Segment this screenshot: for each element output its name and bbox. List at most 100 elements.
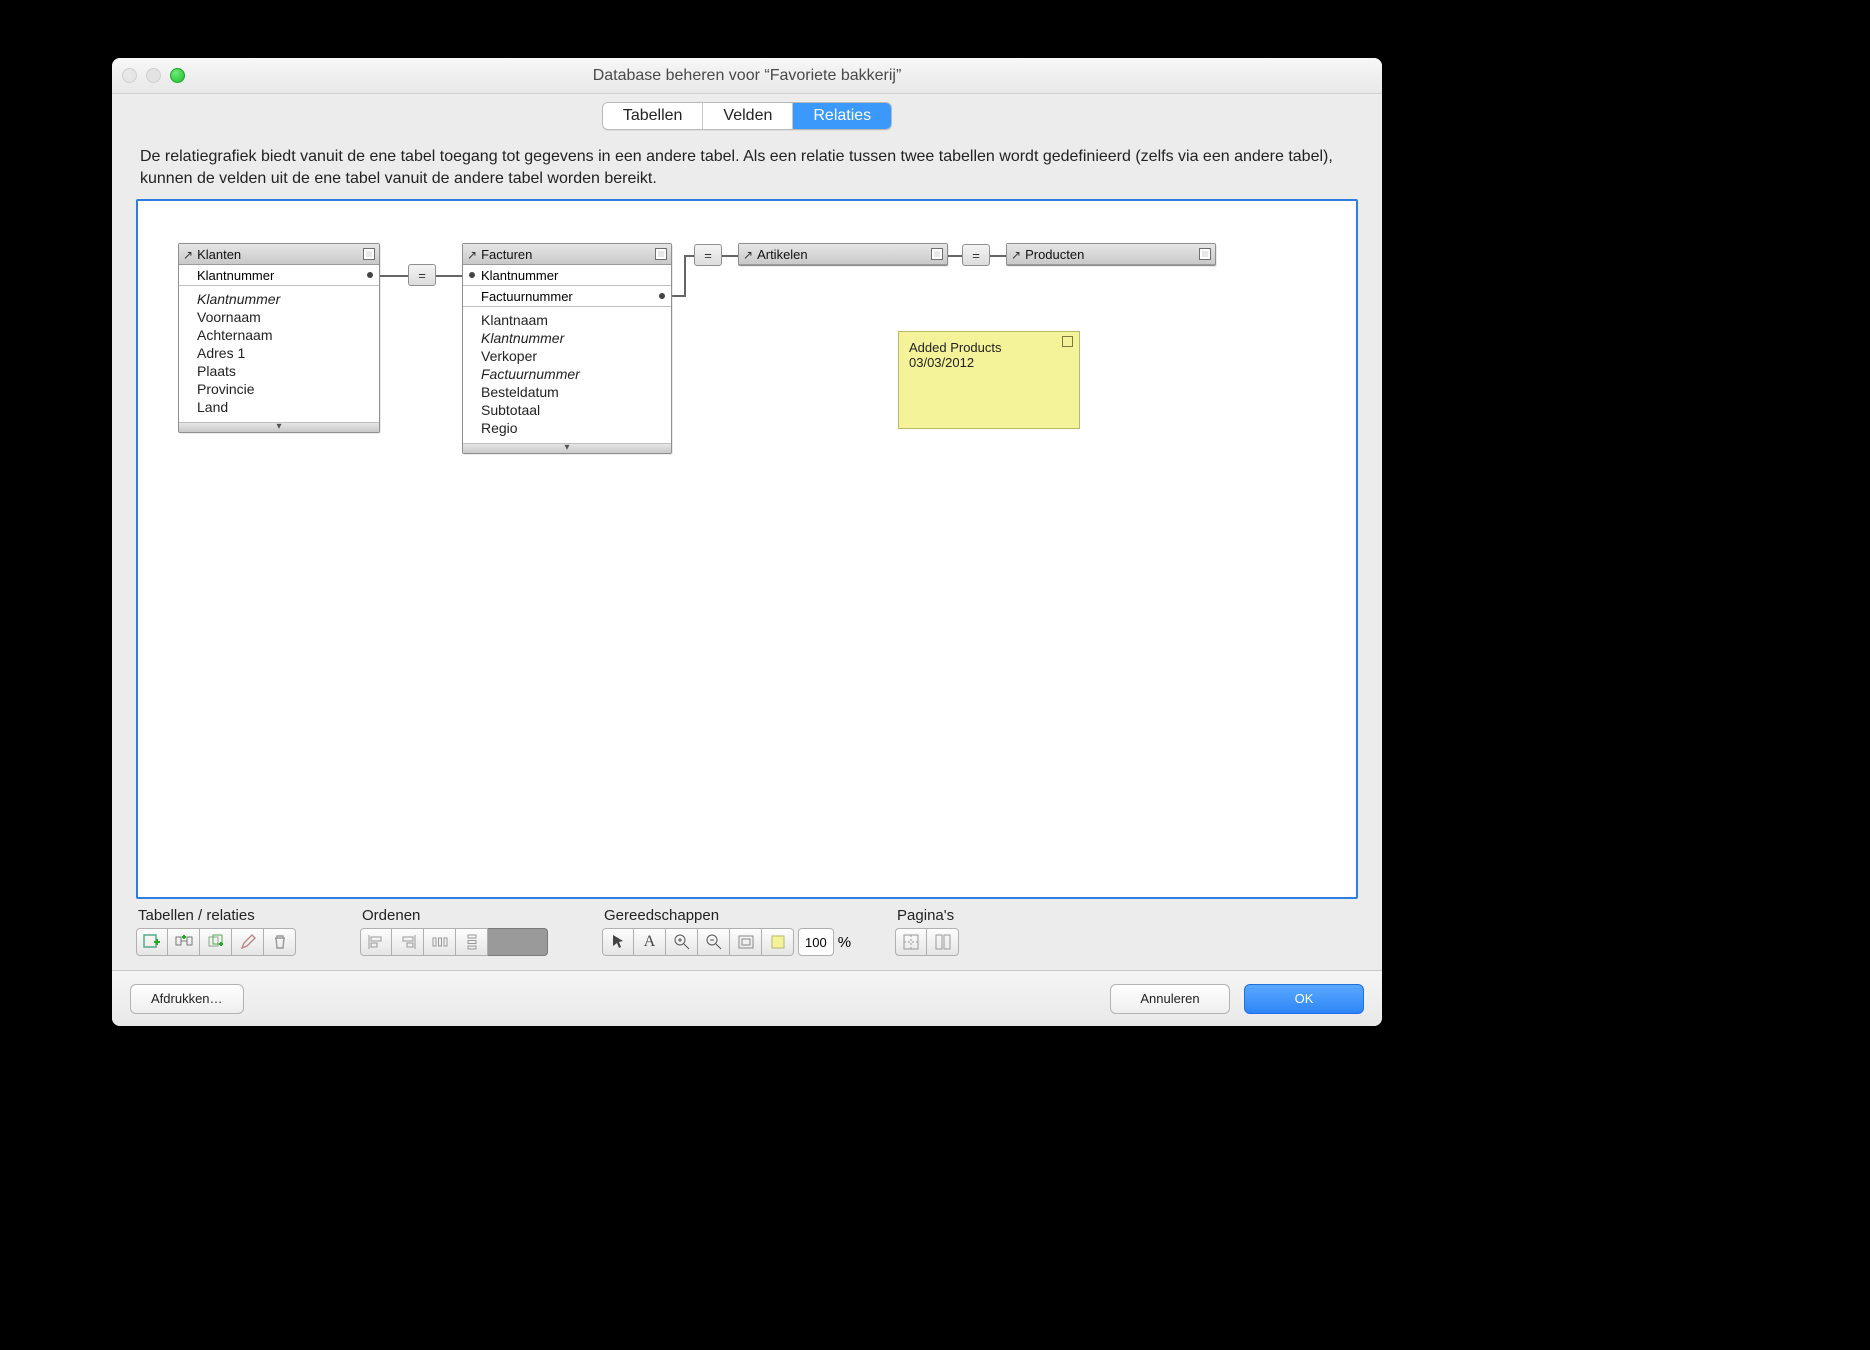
toolbar-group-label: Ordenen: [360, 907, 548, 924]
table-producten[interactable]: Producten: [1006, 243, 1216, 266]
window-title: Database beheren voor “Favoriete bakkeri…: [112, 67, 1382, 85]
distribute-v-icon: [463, 933, 481, 951]
field-list: Klantnummer Voornaam Achternaam Adres 1 …: [179, 286, 379, 422]
print-button[interactable]: Afdrukken…: [130, 984, 244, 1014]
table-facturen[interactable]: Facturen Klantnummer Factuurnummer Klant…: [462, 243, 672, 454]
page-grid-button[interactable]: [895, 928, 927, 956]
add-relationship-button[interactable]: [168, 928, 200, 956]
key-field[interactable]: Factuurnummer: [463, 286, 671, 307]
distribute-h-button[interactable]: [424, 928, 456, 956]
align-right-button[interactable]: [392, 928, 424, 956]
field[interactable]: Klantnummer: [481, 329, 661, 347]
distribute-v-button[interactable]: [456, 928, 488, 956]
align-left-button[interactable]: [360, 928, 392, 956]
pencil-icon: [239, 933, 257, 951]
field[interactable]: Land: [197, 398, 369, 416]
field[interactable]: Subtotaal: [481, 401, 661, 419]
note-icon: [769, 933, 787, 951]
align-left-icon: [367, 933, 385, 951]
note-resize-icon[interactable]: [1062, 336, 1073, 347]
field[interactable]: Klantnaam: [481, 311, 661, 329]
zoom-in-icon: [673, 933, 691, 951]
resize-handle[interactable]: [463, 443, 671, 453]
field[interactable]: Plaats: [197, 362, 369, 380]
cancel-button[interactable]: Annuleren: [1110, 984, 1230, 1014]
key-field[interactable]: Klantnummer: [463, 265, 671, 286]
tab-velden[interactable]: Velden: [703, 103, 793, 129]
text-tool-button[interactable]: A: [634, 928, 666, 956]
toolbar-group-tables: Tabellen / relaties: [136, 907, 296, 956]
field[interactable]: Adres 1: [197, 344, 369, 362]
bottom-toolbar: Tabellen / relaties: [136, 899, 1358, 956]
page-breaks-icon: [934, 933, 952, 951]
tab-relaties[interactable]: Relaties: [793, 103, 891, 129]
table-header[interactable]: Artikelen: [739, 244, 947, 265]
table-artikelen[interactable]: Artikelen: [738, 243, 948, 266]
toolbar-group-label: Gereedschappen: [602, 907, 851, 924]
delete-button[interactable]: [264, 928, 296, 956]
zoom-out-icon: [705, 933, 723, 951]
zoom-out-button[interactable]: [698, 928, 730, 956]
connector-dot-icon: [367, 272, 373, 278]
collapse-icon[interactable]: [655, 248, 667, 260]
table-header[interactable]: Facturen: [463, 244, 671, 265]
distribute-h-icon: [431, 933, 449, 951]
duplicate-button[interactable]: [200, 928, 232, 956]
relation-line: [990, 255, 1006, 257]
arrow-icon: [743, 247, 753, 262]
field[interactable]: Regio: [481, 419, 661, 437]
table-klanten[interactable]: Klanten Klantnummer Klantnummer Voornaam…: [178, 243, 380, 433]
key-field-label: Klantnummer: [481, 268, 558, 283]
dialog-footer: Afdrukken… Annuleren OK: [112, 970, 1382, 1026]
zoom-in-button[interactable]: [666, 928, 698, 956]
fit-window-button[interactable]: [730, 928, 762, 956]
dialog-window: Database beheren voor “Favoriete bakkeri…: [112, 58, 1382, 1026]
relationship-canvas[interactable]: Klanten Klantnummer Klantnummer Voornaam…: [136, 199, 1358, 899]
table-title: Artikelen: [757, 247, 808, 262]
connector-dot-icon: [469, 272, 475, 278]
relation-line: [722, 255, 738, 257]
field[interactable]: Klantnummer: [197, 290, 369, 308]
relation-line: [684, 255, 694, 257]
text-a-icon: A: [644, 933, 656, 951]
duplicate-plus-icon: [207, 933, 225, 951]
collapse-icon[interactable]: [363, 248, 375, 260]
segmented-tabs: Tabellen Velden Relaties: [602, 102, 892, 130]
zoom-value-field[interactable]: 100: [798, 928, 834, 956]
relation-operator[interactable]: =: [962, 244, 990, 266]
tab-tabellen[interactable]: Tabellen: [603, 103, 704, 129]
field[interactable]: Verkoper: [481, 347, 661, 365]
field[interactable]: Achternaam: [197, 326, 369, 344]
resize-handle[interactable]: [179, 422, 379, 432]
pointer-icon: [609, 933, 627, 951]
pointer-tool-button[interactable]: [602, 928, 634, 956]
field[interactable]: Besteldatum: [481, 383, 661, 401]
fit-window-icon: [737, 933, 755, 951]
color-swatch-button[interactable]: [488, 928, 548, 956]
field-list: Klantnaam Klantnummer Verkoper Factuurnu…: [463, 307, 671, 443]
relation-operator[interactable]: =: [408, 264, 436, 286]
edit-button[interactable]: [232, 928, 264, 956]
ok-button[interactable]: OK: [1244, 984, 1364, 1014]
toolbar-group-arrange: Ordenen: [360, 907, 548, 956]
align-right-icon: [399, 933, 417, 951]
note-text-line: Added Products: [909, 340, 1069, 355]
note-tool-button[interactable]: [762, 928, 794, 956]
table-plus-icon: [143, 933, 161, 951]
add-table-button[interactable]: [136, 928, 168, 956]
key-field-label: Factuurnummer: [481, 289, 573, 304]
table-header[interactable]: Klanten: [179, 244, 379, 265]
expand-icon[interactable]: [931, 248, 943, 260]
table-header[interactable]: Producten: [1007, 244, 1215, 265]
zoom-percent-label: %: [838, 934, 851, 951]
field[interactable]: Voornaam: [197, 308, 369, 326]
relation-operator[interactable]: =: [694, 244, 722, 266]
field[interactable]: Provincie: [197, 380, 369, 398]
key-field[interactable]: Klantnummer: [179, 265, 379, 286]
sticky-note[interactable]: Added Products 03/03/2012: [898, 331, 1080, 429]
page-breaks-button[interactable]: [927, 928, 959, 956]
zoom-value: 100: [805, 935, 827, 950]
toolbar-group-tools: Gereedschappen A 100 %: [602, 907, 851, 956]
field[interactable]: Factuurnummer: [481, 365, 661, 383]
expand-icon[interactable]: [1199, 248, 1211, 260]
